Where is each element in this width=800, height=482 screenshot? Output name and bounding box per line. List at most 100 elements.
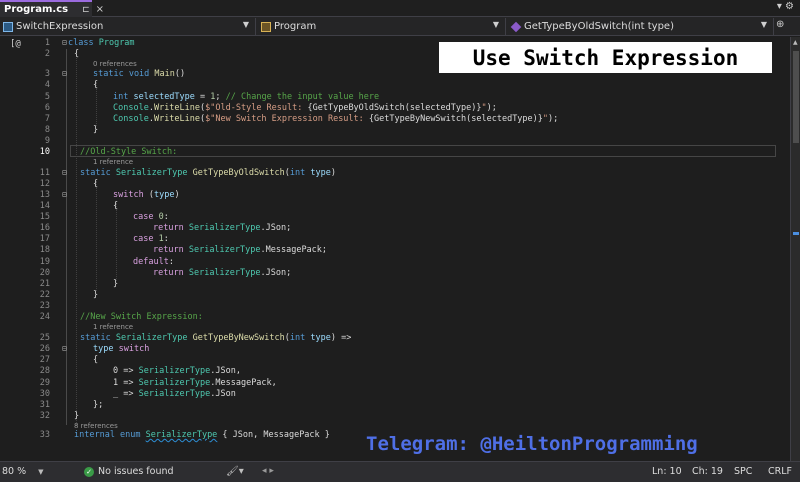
code-cleanup-icon[interactable]: 🖌▾ bbox=[226, 466, 244, 477]
type-token: SerializerType bbox=[145, 430, 218, 440]
code-line-13: switch (type) bbox=[113, 190, 180, 200]
code-line-28: 0 => SerializerType.JSon, bbox=[113, 366, 241, 376]
punct-token: : bbox=[163, 212, 169, 222]
collapse-toggle-icon[interactable]: ⊟ bbox=[62, 168, 67, 177]
control-keyword-token: return bbox=[153, 223, 184, 233]
zoom-dropdown[interactable]: 80 % ▼ bbox=[2, 466, 44, 477]
close-icon[interactable]: × bbox=[96, 4, 104, 15]
punct-token: : bbox=[168, 257, 174, 267]
comment-token: // Change the input value here bbox=[220, 92, 380, 102]
line-number: 11 bbox=[39, 168, 50, 178]
line-number: 6 bbox=[44, 103, 50, 113]
punct-token: ( bbox=[143, 190, 154, 200]
line-number: 21 bbox=[39, 279, 50, 289]
control-keyword-token: switch bbox=[118, 344, 150, 354]
line-indicator[interactable]: Ln: 10 bbox=[652, 466, 682, 477]
code-line-7: Console.WriteLine($"New Switch Expressio… bbox=[113, 114, 558, 124]
type-token: SerializerType bbox=[138, 378, 211, 388]
code-line-19: default: bbox=[133, 257, 174, 267]
issues-indicator[interactable]: ✓ No issues found bbox=[84, 466, 174, 477]
punct-token: ); bbox=[486, 103, 497, 113]
type-token: SerializerType bbox=[115, 168, 188, 178]
type-token: SerializerType bbox=[188, 268, 261, 278]
codelens-references[interactable]: 8 references bbox=[74, 422, 118, 430]
indent-guide bbox=[76, 51, 77, 425]
zoom-level: 80 % bbox=[2, 466, 27, 477]
collapse-toggle-icon[interactable]: ⊟ bbox=[62, 190, 67, 199]
line-number: 16 bbox=[39, 223, 50, 233]
keyword-token: int bbox=[289, 333, 306, 343]
class-dropdown[interactable]: Program ▼ bbox=[258, 18, 506, 35]
check-circle-icon: ✓ bbox=[84, 466, 94, 477]
type-token: SerializerType bbox=[138, 366, 211, 376]
codelens-references[interactable]: 1 reference bbox=[93, 158, 133, 166]
code-line-21: } bbox=[113, 279, 119, 289]
method-token: GetTypeByOldSwitch bbox=[192, 168, 285, 178]
method-token: WriteLine bbox=[153, 114, 201, 124]
code-line-14: { bbox=[113, 201, 119, 211]
line-ending-indicator[interactable]: CRLF bbox=[768, 466, 792, 477]
punct-token: ) => bbox=[330, 333, 352, 343]
line-number: 12 bbox=[39, 179, 50, 189]
line-number: 4 bbox=[44, 80, 50, 90]
control-keyword-token: case bbox=[133, 234, 154, 244]
member-token: .MessagePack; bbox=[260, 245, 328, 255]
editor-status-bar: 80 % ▼ ✓ No issues found 🖌▾ ◂ ▸ Ln: 10 Ch… bbox=[0, 461, 800, 482]
chevron-down-icon: ▼ bbox=[492, 20, 499, 29]
line-number: 2 bbox=[44, 49, 50, 59]
method-token: WriteLine bbox=[153, 103, 201, 113]
whitespace-indicator[interactable]: SPC bbox=[734, 466, 752, 477]
split-editor-icon[interactable]: ⊕ bbox=[776, 19, 784, 30]
code-line-11: static SerializerType GetTypeByOldSwitch… bbox=[80, 168, 336, 178]
tab-program-cs[interactable]: Program.cs ⊏ × bbox=[0, 0, 104, 17]
pin-icon[interactable]: ⊏ bbox=[82, 5, 90, 15]
tab-overflow-dropdown-icon[interactable]: ▾ ⚙ bbox=[777, 1, 794, 12]
collapse-toggle-icon[interactable]: ⊟ bbox=[62, 38, 67, 47]
chevron-down-icon: ▼ bbox=[242, 20, 249, 29]
codelens-references[interactable]: 0 references bbox=[93, 60, 137, 68]
control-keyword-token: return bbox=[153, 245, 184, 255]
margin-glyph-icon: [@ bbox=[10, 39, 21, 49]
parameter-token: type bbox=[310, 333, 331, 343]
code-line-33: internal enum SerializerType { JSon, Mes… bbox=[74, 430, 330, 440]
code-line-22: } bbox=[93, 290, 99, 300]
parameter-token: type bbox=[153, 190, 175, 200]
type-token: Console bbox=[113, 103, 149, 113]
line-number: 19 bbox=[39, 257, 50, 267]
code-line-25: static SerializerType GetTypeByNewSwitch… bbox=[80, 333, 351, 343]
codelens-references[interactable]: 1 reference bbox=[93, 323, 133, 331]
keyword-token: static bbox=[80, 333, 111, 343]
code-line-12: { bbox=[93, 179, 99, 189]
keyword-token: internal enum bbox=[74, 430, 141, 440]
type-token: Console bbox=[113, 114, 149, 124]
code-line-17: case 1: bbox=[133, 234, 169, 244]
line-number: 15 bbox=[39, 212, 50, 222]
type-token: SerializerType bbox=[138, 389, 211, 399]
string-token: $"New Switch Expression Result: bbox=[205, 114, 369, 124]
keyword-token: int bbox=[289, 168, 306, 178]
document-tab-strip: Program.cs ⊏ × ▾ ⚙ bbox=[0, 0, 800, 17]
member-token: .JSon; bbox=[260, 223, 292, 233]
column-indicator[interactable]: Ch: 19 bbox=[692, 466, 723, 477]
collapse-toggle-icon[interactable]: ⊟ bbox=[62, 344, 67, 353]
method-icon bbox=[510, 21, 522, 32]
type-token: Program bbox=[98, 38, 135, 48]
code-line-30: _ => SerializerType.JSon bbox=[113, 389, 236, 399]
issues-label: No issues found bbox=[98, 466, 174, 477]
line-number: 7 bbox=[44, 114, 50, 124]
code-editor[interactable]: [@ 1 2 3 4 5 6 7 8 9 10 11 12 13 14 15 1… bbox=[0, 37, 790, 461]
control-keyword-token: case bbox=[133, 212, 154, 222]
indent-guide bbox=[96, 181, 97, 291]
scrollbar-thumb[interactable] bbox=[793, 51, 799, 143]
member-dropdown[interactable]: GetTypeByOldSwitch(int type) ▼ bbox=[508, 18, 774, 35]
punct-token: : bbox=[163, 234, 169, 244]
telegram-watermark: Telegram: @HeiltonProgramming bbox=[366, 433, 698, 455]
scroll-up-icon[interactable]: ▲ bbox=[793, 39, 798, 46]
collapse-toggle-icon[interactable]: ⊟ bbox=[62, 69, 67, 78]
vertical-scrollbar[interactable]: ▲ bbox=[790, 37, 800, 461]
punct-token: ) bbox=[174, 190, 180, 200]
project-dropdown[interactable]: SwitchExpression ▼ bbox=[0, 18, 256, 35]
member-dropdown-label: GetTypeByOldSwitch(int type) bbox=[524, 21, 674, 32]
punct-token: = bbox=[194, 92, 211, 102]
navigate-back-forward-icon[interactable]: ◂ ▸ bbox=[262, 466, 274, 476]
